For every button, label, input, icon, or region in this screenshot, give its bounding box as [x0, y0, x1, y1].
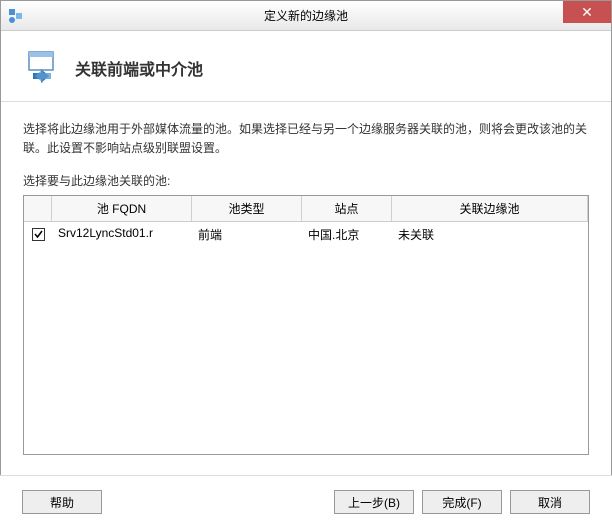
titlebar: 定义新的边缘池 ✕	[1, 1, 611, 31]
cancel-button[interactable]: 取消	[510, 490, 590, 514]
cell-fqdn: Srv12LyncStd01.r	[52, 222, 192, 247]
window-title: 定义新的边缘池	[264, 7, 348, 24]
grid-header-fqdn[interactable]: 池 FQDN	[52, 196, 192, 221]
close-icon: ✕	[581, 4, 593, 21]
app-icon	[7, 7, 25, 25]
cell-site: 中国.北京	[302, 222, 392, 247]
finish-button[interactable]: 完成(F)	[422, 490, 502, 514]
content-area: 选择将此边缘池用于外部媒体流量的池。如果选择已经与另一个边缘服务器关联的池，则将…	[1, 102, 611, 465]
grid-header-site[interactable]: 站点	[302, 196, 392, 221]
grid-label: 选择要与此边缘池关联的池:	[23, 172, 589, 189]
description-text: 选择将此边缘池用于外部媒体流量的池。如果选择已经与另一个边缘服务器关联的池，则将…	[23, 120, 589, 158]
close-button[interactable]: ✕	[563, 1, 611, 23]
back-button[interactable]: 上一步(B)	[334, 490, 414, 514]
help-button[interactable]: 帮助	[22, 490, 102, 514]
grid-header-type[interactable]: 池类型	[192, 196, 302, 221]
table-row[interactable]: Srv12LyncStd01.r 前端 中国.北京 未关联	[24, 222, 588, 247]
grid-header-edge[interactable]: 关联边缘池	[392, 196, 588, 221]
button-bar: 帮助 上一步(B) 完成(F) 取消	[0, 475, 612, 532]
cell-type: 前端	[192, 222, 302, 247]
cell-edge: 未关联	[392, 222, 588, 247]
wizard-title: 关联前端或中介池	[75, 56, 203, 80]
grid-header-check[interactable]	[24, 196, 52, 221]
grid-header-row: 池 FQDN 池类型 站点 关联边缘池	[24, 196, 588, 222]
row-checkbox[interactable]	[32, 228, 45, 241]
wizard-header: 关联前端或中介池	[1, 31, 611, 102]
pool-grid: 池 FQDN 池类型 站点 关联边缘池 Srv12LyncStd01.r 前端 …	[23, 195, 589, 455]
wizard-header-icon	[23, 49, 61, 87]
